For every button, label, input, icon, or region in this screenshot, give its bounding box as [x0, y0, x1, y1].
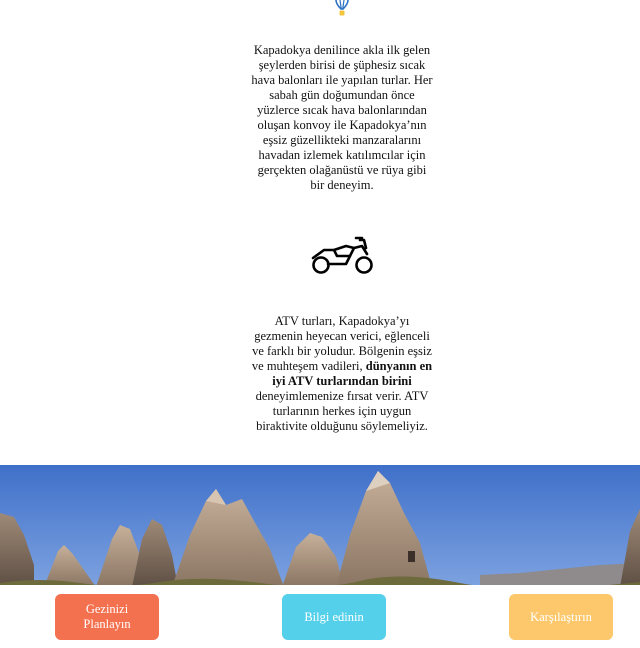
- hot-air-balloon-icon: [335, 0, 349, 16]
- bottom-cta-bar: Gezinizi Planlayın Bilgi edinin Karşılaş…: [0, 585, 640, 648]
- balloon-tour-description: Kapadokya denilince akla ilk gelen şeyle…: [251, 42, 433, 192]
- atv-tour-description: ATV turları, Kapadokya’yı gezmenin heyec…: [251, 313, 433, 433]
- page: Kapadokya denilince akla ilk gelen şeyle…: [0, 0, 640, 648]
- cappadocia-landscape-image: [0, 465, 640, 587]
- plan-trip-button[interactable]: Gezinizi Planlayın: [55, 594, 159, 640]
- compare-button[interactable]: Karşılaştırın: [509, 594, 613, 640]
- motorcycle-icon: [311, 236, 373, 274]
- get-info-button[interactable]: Bilgi edinin: [282, 594, 386, 640]
